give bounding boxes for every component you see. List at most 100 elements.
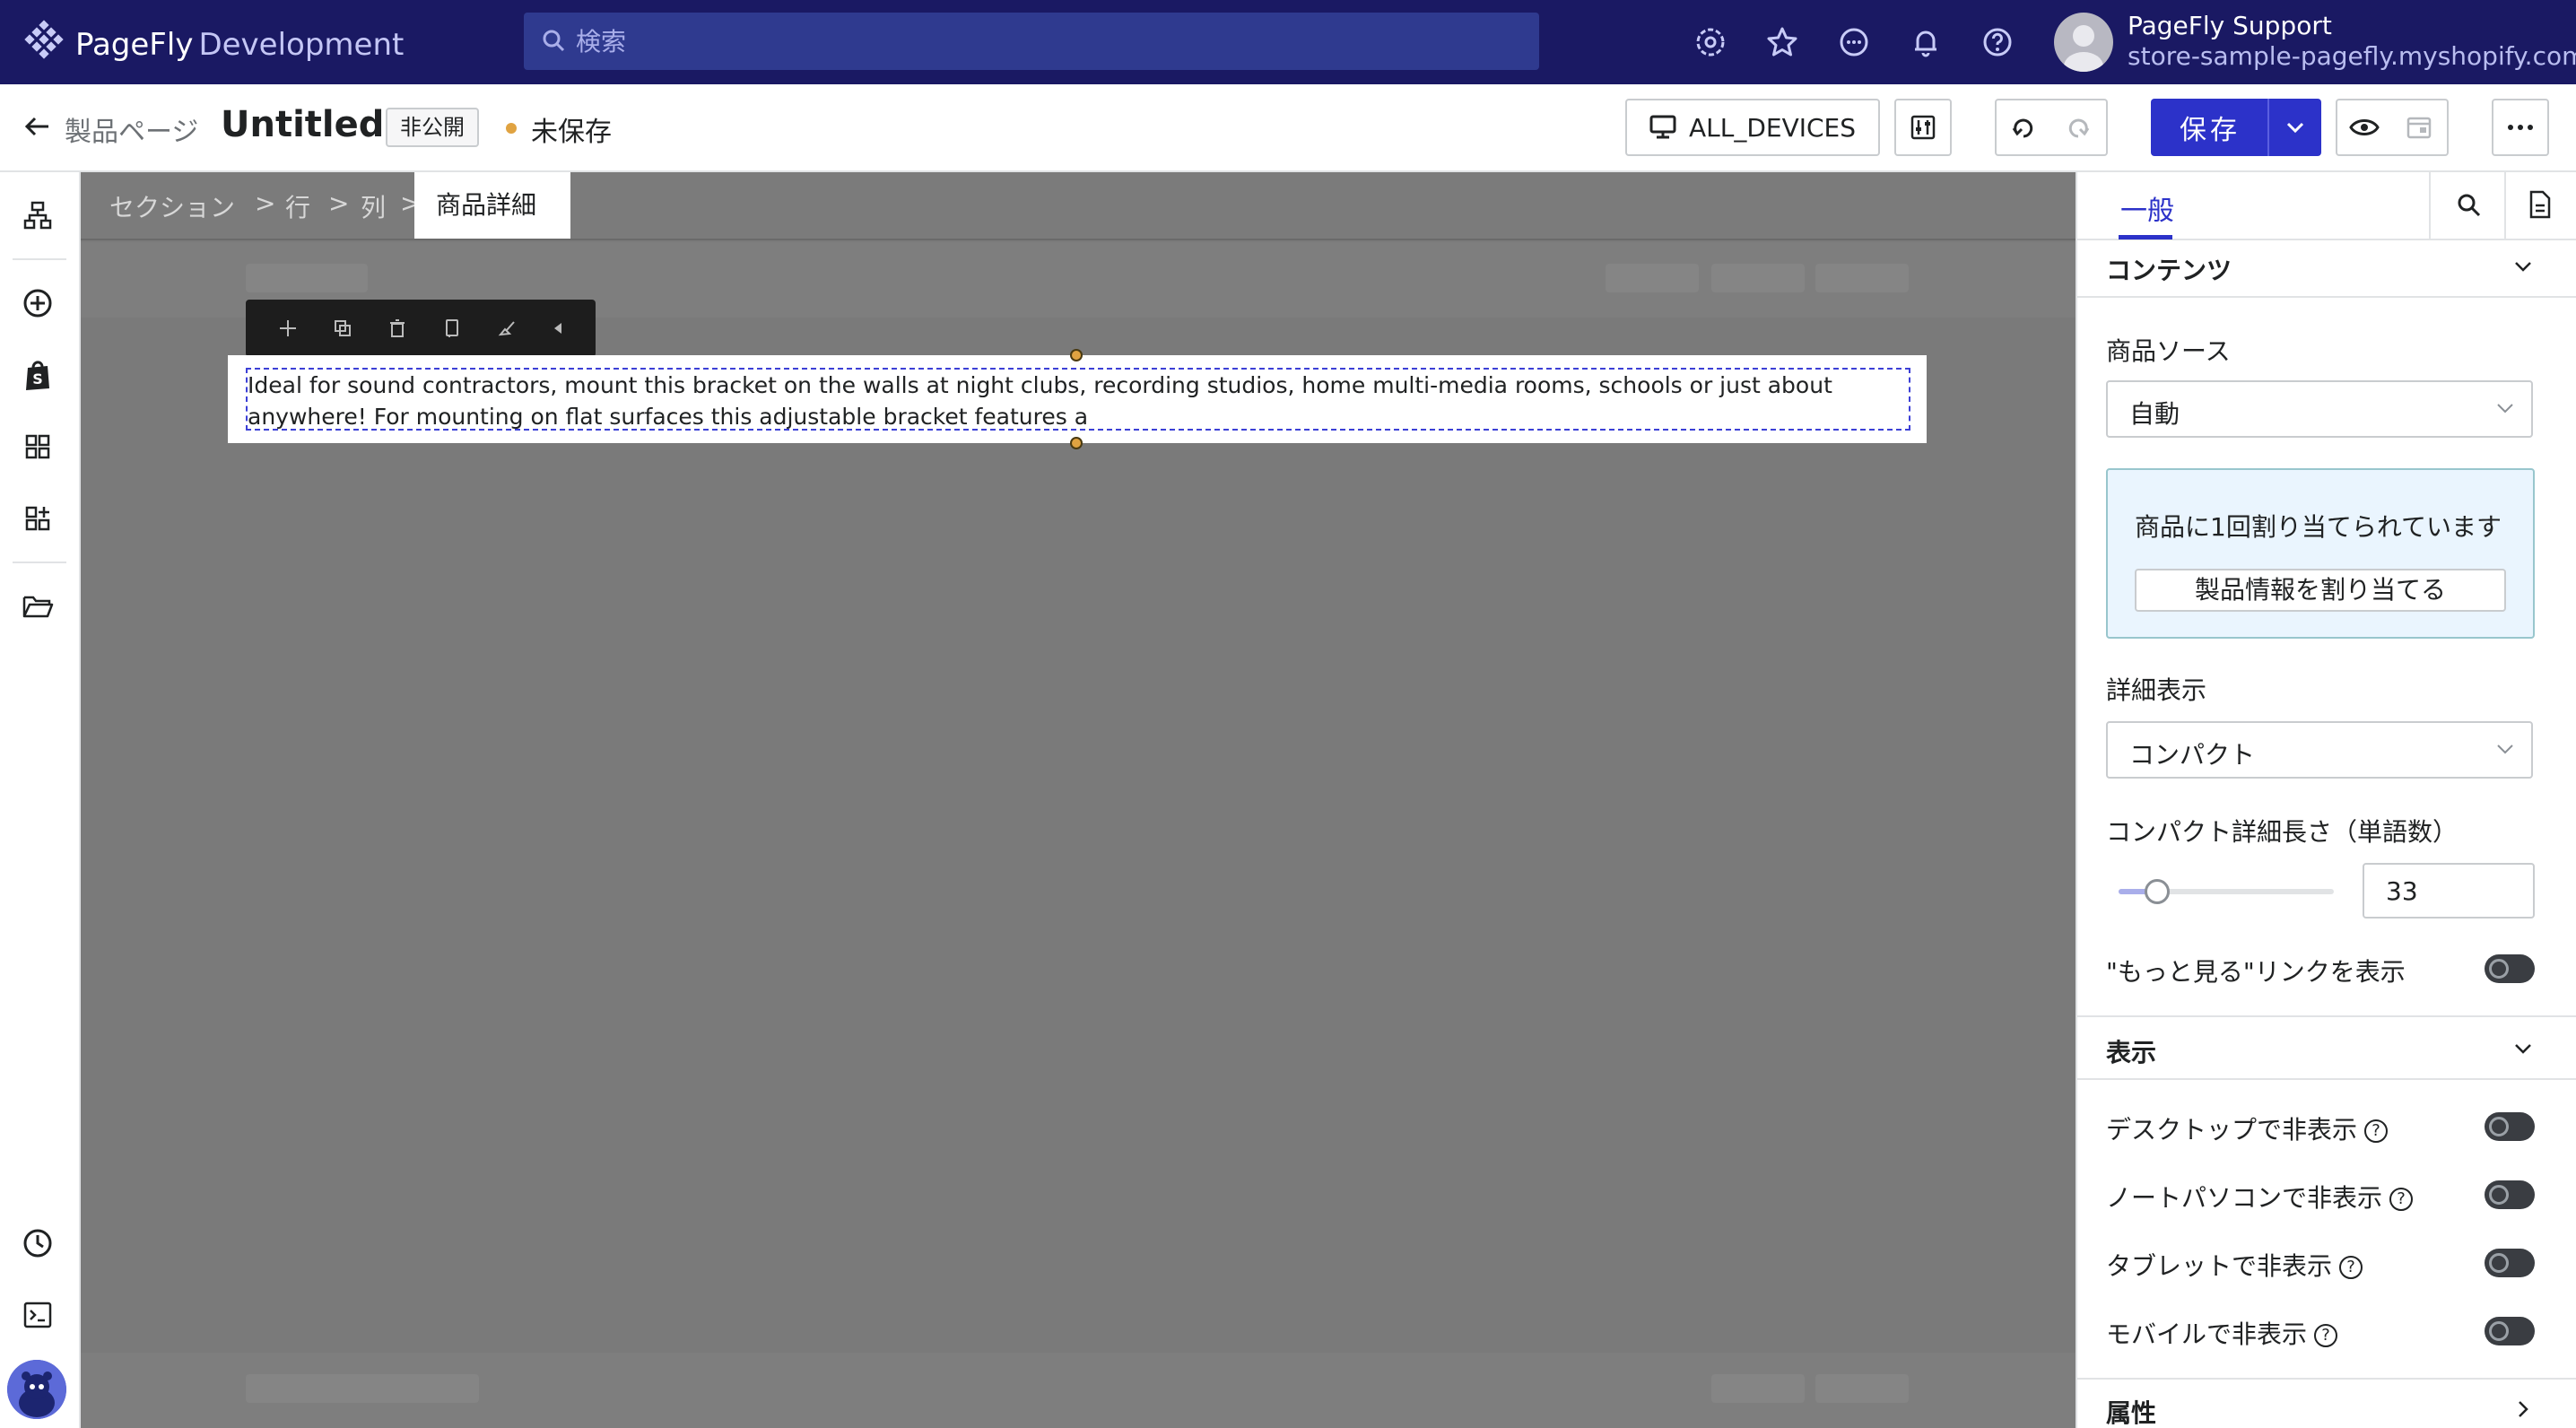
breadcrumb-separator: > bbox=[255, 188, 276, 218]
compact-length-slider-knob[interactable] bbox=[2145, 879, 2170, 904]
chat-icon[interactable] bbox=[1835, 23, 1873, 61]
product-source-value: 自動 bbox=[2129, 399, 2180, 429]
move-icon[interactable] bbox=[278, 318, 298, 338]
skeleton-block bbox=[1815, 264, 1909, 292]
status-badge: 非公開 bbox=[386, 108, 479, 147]
terminal-icon[interactable] bbox=[18, 1295, 57, 1335]
svg-text:S: S bbox=[32, 370, 43, 387]
folder-icon[interactable] bbox=[18, 587, 57, 626]
publish-button[interactable] bbox=[2391, 99, 2449, 156]
search-bar[interactable] bbox=[524, 13, 1539, 70]
product-description-text[interactable]: Ideal for sound contractors, mount this … bbox=[246, 368, 1910, 431]
more-button[interactable] bbox=[2492, 99, 2549, 156]
shopify-bag-icon[interactable]: S bbox=[18, 355, 57, 395]
duplicate-icon[interactable] bbox=[333, 318, 352, 338]
breadcrumb-row[interactable]: 行 bbox=[285, 188, 310, 224]
style-brush-icon[interactable] bbox=[497, 318, 517, 338]
support-bot-avatar[interactable] bbox=[7, 1360, 66, 1419]
search-input[interactable] bbox=[576, 13, 1527, 70]
eye-icon bbox=[2349, 117, 2380, 138]
attributes-section-title[interactable]: 属性 bbox=[2106, 1394, 2156, 1428]
collapse-toolbar-icon[interactable] bbox=[552, 320, 564, 336]
help-icon[interactable]: ? bbox=[2364, 1119, 2389, 1143]
assign-product-button[interactable]: 製品情報を割り当てる bbox=[2135, 569, 2506, 612]
hide-laptop-row: ノートパソコンで非表示? bbox=[2106, 1179, 2414, 1215]
tab-general[interactable]: 一般 bbox=[2120, 188, 2174, 228]
search-icon bbox=[542, 29, 565, 52]
undo-button[interactable] bbox=[1995, 99, 2052, 156]
product-source-select[interactable]: 自動 bbox=[2106, 380, 2533, 438]
hide-mobile-label: モバイルで非表示 bbox=[2106, 1319, 2308, 1349]
skeleton-block bbox=[246, 264, 368, 292]
chevron-down-icon[interactable] bbox=[2513, 260, 2533, 273]
bell-icon[interactable] bbox=[1907, 23, 1945, 61]
contents-section-title[interactable]: コンテンツ bbox=[2106, 251, 2232, 287]
copy-icon[interactable] bbox=[442, 318, 462, 338]
resize-handle-top[interactable] bbox=[1070, 349, 1083, 361]
skeleton-block bbox=[1711, 1374, 1805, 1403]
tab-search-icon[interactable] bbox=[2456, 192, 2483, 219]
save-dropdown-button[interactable] bbox=[2267, 99, 2321, 156]
devices-button[interactable]: ALL_DEVICES bbox=[1625, 99, 1880, 156]
history-clock-icon[interactable] bbox=[18, 1223, 57, 1263]
sidebar-divider bbox=[13, 562, 66, 563]
chevron-down-icon bbox=[2495, 743, 2515, 755]
apps-icon[interactable] bbox=[18, 499, 57, 538]
chevron-down-icon[interactable] bbox=[2513, 1042, 2533, 1055]
help-icon[interactable]: ? bbox=[2339, 1256, 2363, 1279]
back-arrow-icon[interactable] bbox=[22, 111, 52, 142]
hide-mobile-toggle[interactable] bbox=[2485, 1317, 2535, 1345]
help-icon[interactable]: ? bbox=[2389, 1188, 2414, 1211]
hide-tablet-toggle[interactable] bbox=[2485, 1249, 2535, 1277]
chevron-down-icon bbox=[2495, 402, 2515, 414]
skeleton-block bbox=[1711, 264, 1805, 292]
star-icon[interactable] bbox=[1763, 23, 1801, 61]
skeleton-block bbox=[1606, 264, 1699, 292]
publish-icon bbox=[2406, 114, 2432, 141]
sliders-button[interactable] bbox=[1894, 99, 1952, 156]
brand-title: PageFly bbox=[75, 27, 194, 63]
show-more-toggle[interactable] bbox=[2485, 954, 2535, 983]
user-avatar[interactable] bbox=[2054, 13, 2113, 72]
breadcrumb-section[interactable]: セクション bbox=[109, 188, 235, 224]
more-dots-icon bbox=[2507, 124, 2534, 131]
add-element-icon[interactable] bbox=[18, 283, 57, 323]
brand-subtitle: Development bbox=[198, 27, 405, 63]
settings-gear-icon[interactable] bbox=[1692, 23, 1729, 61]
detail-display-select[interactable]: コンパクト bbox=[2106, 721, 2533, 779]
undo-icon bbox=[2010, 114, 2037, 141]
delete-icon[interactable] bbox=[387, 318, 407, 338]
chevron-down-icon bbox=[2285, 121, 2305, 134]
help-icon[interactable] bbox=[1979, 23, 2016, 61]
breadcrumb-active[interactable]: 商品詳細 bbox=[414, 172, 571, 239]
user-store[interactable]: store-sample-pagefly.myshopify.com bbox=[2128, 41, 2576, 71]
page-title[interactable]: Untitled bbox=[221, 104, 384, 145]
tab-document-icon[interactable] bbox=[2528, 190, 2553, 219]
compact-length-input[interactable] bbox=[2363, 863, 2535, 919]
resize-handle-bottom[interactable] bbox=[1070, 437, 1083, 449]
pagefly-logo-icon[interactable] bbox=[22, 20, 66, 65]
chevron-right-icon[interactable] bbox=[2517, 1399, 2529, 1419]
display-section-title[interactable]: 表示 bbox=[2106, 1033, 2156, 1069]
user-name[interactable]: PageFly Support bbox=[2128, 11, 2332, 40]
back-page-link[interactable]: 製品ページ bbox=[65, 109, 198, 149]
sidebar-divider bbox=[13, 258, 66, 260]
hide-laptop-toggle[interactable] bbox=[2485, 1180, 2535, 1209]
monitor-icon bbox=[1649, 115, 1676, 140]
compact-length-label: コンパクト詳細長さ（単語数） bbox=[2106, 817, 2459, 847]
save-label: 保存 bbox=[2180, 115, 2241, 146]
element-toolbar bbox=[246, 300, 596, 357]
sliders-icon bbox=[1910, 114, 1936, 141]
help-icon[interactable]: ? bbox=[2314, 1324, 2338, 1347]
hide-desktop-toggle[interactable] bbox=[2485, 1112, 2535, 1141]
save-status: 未保存 bbox=[531, 117, 612, 148]
product-source-label: 商品ソース bbox=[2106, 336, 2231, 366]
preview-button[interactable] bbox=[2336, 99, 2393, 156]
hide-mobile-row: モバイルで非表示? bbox=[2106, 1315, 2338, 1351]
sitemap-icon[interactable] bbox=[18, 196, 57, 235]
breadcrumb-column[interactable]: 列 bbox=[361, 188, 386, 224]
redo-button[interactable] bbox=[2050, 99, 2108, 156]
grid-icon[interactable] bbox=[18, 427, 57, 466]
section-divider bbox=[2076, 1378, 2576, 1380]
save-button[interactable]: 保存 bbox=[2151, 99, 2269, 156]
